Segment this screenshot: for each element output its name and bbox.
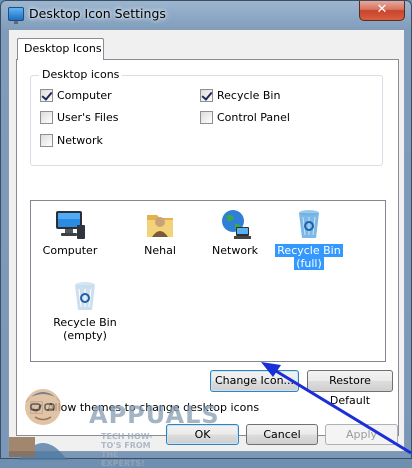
- icon-item-label: Computer: [42, 244, 98, 257]
- apply-button[interactable]: Apply: [325, 424, 398, 445]
- computer-icon: [53, 207, 87, 241]
- users-files-checkbox-row[interactable]: User's Files: [40, 109, 118, 125]
- recycle-bin-empty-icon: [68, 279, 102, 313]
- desktop-icons-group: Desktop icons Computer Recycle Bin User'…: [30, 68, 383, 166]
- icon-item-nehal[interactable]: Nehal: [126, 207, 194, 257]
- network-checkbox[interactable]: [40, 133, 53, 147]
- network-checkbox-row[interactable]: Network: [40, 132, 103, 148]
- close-button[interactable]: ✕: [359, 1, 405, 21]
- users-files-checkbox-label: User's Files: [57, 110, 119, 124]
- appuals-watermark: APPUALS TECH HOW-TO'S FROM THE EXPERTS!: [1, 379, 219, 468]
- dialog-window: Desktop Icon Settings ✕ Desktop Icons De…: [0, 0, 412, 468]
- icon-item-label: Nehal: [144, 244, 176, 257]
- watermark-brand: APPUALS: [89, 401, 220, 429]
- recycle-bin-checkbox[interactable]: [200, 88, 213, 102]
- icon-item-computer[interactable]: Computer: [36, 207, 104, 257]
- window-title: Desktop Icon Settings: [29, 6, 166, 21]
- computer-checkbox-row[interactable]: Computer: [40, 87, 112, 103]
- network-checkbox-label: Network: [57, 133, 103, 147]
- computer-checkbox-label: Computer: [57, 88, 112, 102]
- control-panel-checkbox[interactable]: [200, 110, 213, 124]
- control-panel-checkbox-label: Control Panel: [217, 110, 290, 124]
- title-bar[interactable]: Desktop Icon Settings ✕: [1, 1, 411, 29]
- network-globe-icon: [218, 207, 252, 241]
- icon-item-label-line2: (empty): [63, 329, 107, 342]
- icon-item-network[interactable]: Network: [201, 207, 269, 257]
- group-label: Desktop icons: [39, 68, 123, 81]
- control-panel-checkbox-row[interactable]: Control Panel: [200, 109, 290, 125]
- icon-item-label-line1: Recycle Bin: [53, 316, 117, 329]
- watermark-tagline: TECH HOW-TO'S FROM THE EXPERTS!: [101, 432, 153, 468]
- icon-item-recycle-bin-empty[interactable]: Recycle Bin (empty): [50, 279, 120, 342]
- restore-default-button[interactable]: Restore Default: [307, 370, 393, 407]
- icon-item-label: Network: [212, 244, 258, 257]
- recycle-bin-full-icon: [292, 207, 326, 241]
- recycle-bin-checkbox-row[interactable]: Recycle Bin: [200, 87, 280, 103]
- change-icon-button[interactable]: Change Icon...: [210, 370, 299, 392]
- cancel-button[interactable]: Cancel: [246, 424, 318, 445]
- icon-item-label-line1: Recycle Bin: [275, 244, 343, 257]
- users-files-checkbox[interactable]: [40, 110, 53, 124]
- recycle-bin-checkbox-label: Recycle Bin: [217, 88, 281, 102]
- appuals-mascot-logo: [9, 389, 67, 460]
- icon-item-label-line2: (full): [294, 257, 324, 270]
- tab-desktop-icons[interactable]: Desktop Icons: [17, 38, 104, 60]
- display-settings-icon: [8, 7, 24, 24]
- computer-checkbox[interactable]: [40, 88, 53, 102]
- user-folder-icon: [143, 207, 177, 241]
- icon-list[interactable]: Computer Nehal Network Recycle Bin (full…: [30, 200, 386, 362]
- icon-item-recycle-bin-full[interactable]: Recycle Bin (full): [272, 207, 346, 270]
